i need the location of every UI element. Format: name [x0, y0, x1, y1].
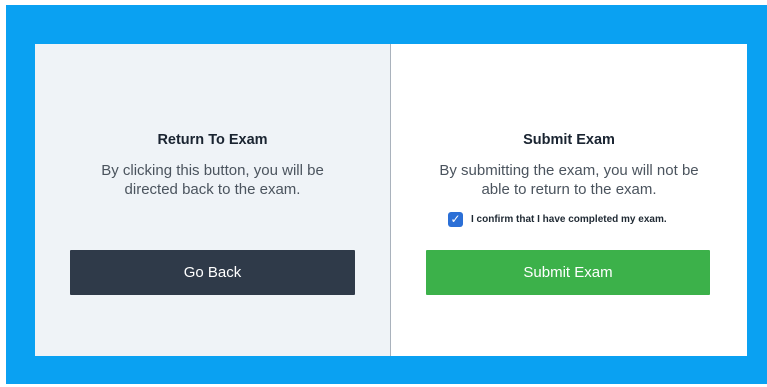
dialog-frame: Return To Exam By clicking this button, … — [6, 5, 767, 384]
submit-description-line-1: By submitting the exam, you will not be — [439, 162, 699, 179]
return-to-exam-description: By clicking this button, you will be dir… — [35, 161, 390, 199]
return-to-exam-title: Return To Exam — [157, 132, 268, 148]
confirm-checkbox[interactable]: ✓ — [448, 212, 463, 227]
go-back-button[interactable]: Go Back — [70, 250, 355, 295]
submit-exam-dialog: Return To Exam By clicking this button, … — [35, 44, 747, 356]
confirm-checkbox-label[interactable]: I confirm that I have completed my exam. — [471, 214, 667, 225]
submit-exam-panel: Submit Exam By submitting the exam, you … — [391, 44, 747, 356]
return-description-line-1: By clicking this button, you will be — [101, 162, 324, 179]
submit-exam-button[interactable]: Submit Exam — [426, 250, 710, 295]
submit-exam-description: By submitting the exam, you will not be … — [391, 161, 747, 199]
return-to-exam-panel: Return To Exam By clicking this button, … — [35, 44, 391, 356]
confirm-completion-row[interactable]: ✓ I confirm that I have completed my exa… — [448, 212, 667, 227]
return-description-line-2: directed back to the exam. — [124, 181, 301, 198]
checkmark-icon: ✓ — [450, 212, 461, 226]
submit-exam-title: Submit Exam — [523, 132, 615, 148]
submit-description-line-2: able to return to the exam. — [481, 181, 657, 198]
